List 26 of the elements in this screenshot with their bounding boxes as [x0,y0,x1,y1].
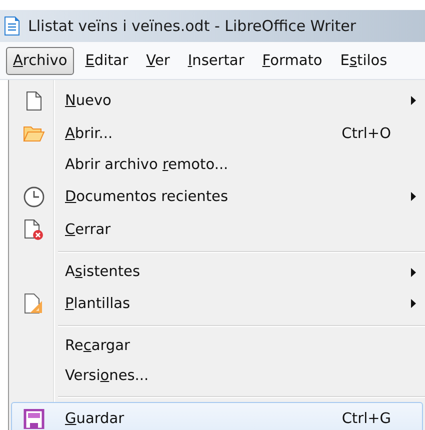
menu-bar-item[interactable]: Insertar [180,46,252,74]
menu-item[interactable]: Guardar Ctrl+G [11,402,423,430]
save-icon [23,408,45,428]
clock-icon [23,186,45,208]
menu-item[interactable]: Recargar [11,331,423,361]
menu-item[interactable]: Asistentes [11,257,423,287]
menu-bar-item[interactable]: Ver [139,46,177,74]
menu-item[interactable]: Versiones... [11,361,423,391]
shortcut-label: Ctrl+O [342,126,391,142]
shortcut-label: Ctrl+G [342,410,391,426]
menu-item[interactable]: Abrir archivo remoto... [11,150,423,180]
menu-bar-item[interactable]: Editar [78,46,136,74]
menu-item[interactable]: Documentos recientes [11,180,423,213]
menu-bar-item[interactable]: Archivo [6,46,74,74]
menu-bar-item[interactable]: Formato [255,46,330,74]
document-icon [26,90,42,110]
document-icon [4,16,20,36]
window-title: Llistat veïns i veïnes.odt - LibreOffice Writer [28,17,356,35]
menu-item[interactable]: Cerrar [11,213,423,246]
close-document-icon [24,218,44,240]
menu-item[interactable]: Abrir... Ctrl+O [11,117,423,150]
menu-bar-item[interactable]: Estilos [333,46,394,74]
template-icon [24,292,44,314]
menu-item[interactable]: Nuevo [11,84,423,117]
folder-icon [23,124,45,142]
menu-item[interactable]: Plantillas [11,287,423,320]
